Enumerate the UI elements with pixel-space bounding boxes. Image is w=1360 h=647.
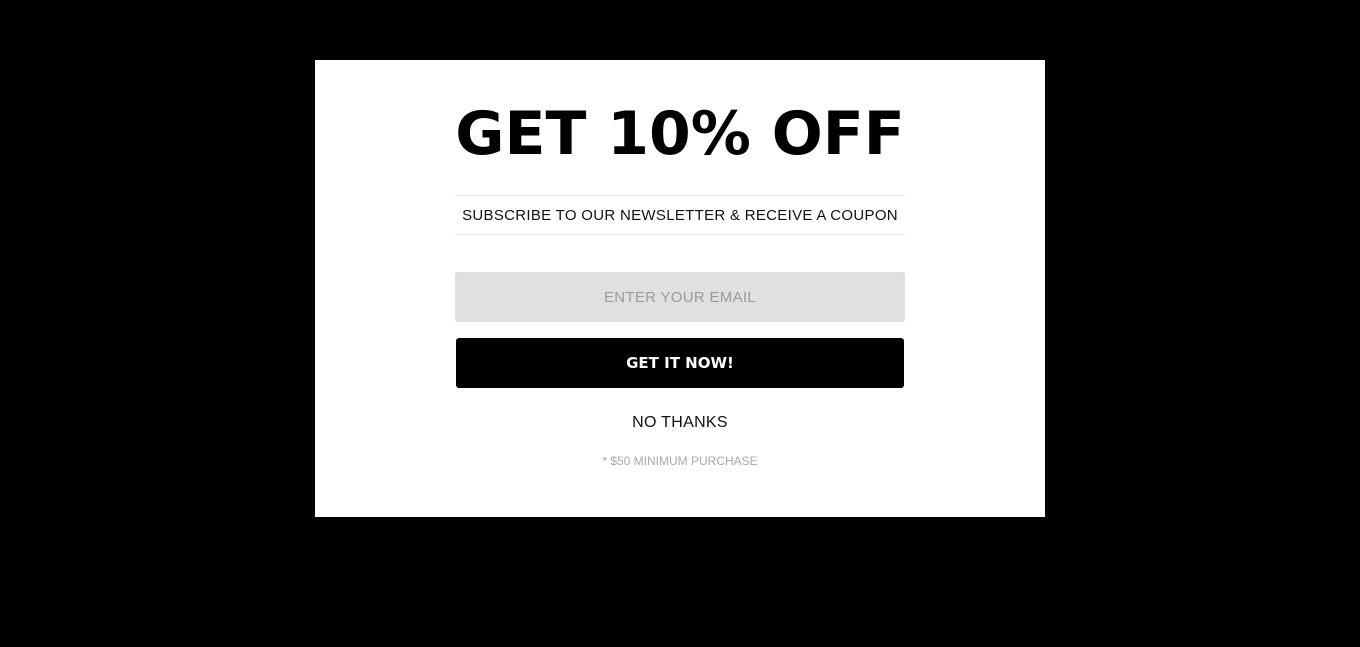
popup-subtitle: SUBSCRIBE TO OUR NEWSLETTER & RECEIVE A … xyxy=(462,206,898,224)
no-thanks-row: NO THANKS xyxy=(315,414,1045,432)
newsletter-popup: GET 10% OFF SUBSCRIBE TO OUR NEWSLETTER … xyxy=(315,60,1045,517)
popup-headline: GET 10% OFF xyxy=(455,99,905,169)
no-thanks-link[interactable]: NO THANKS xyxy=(632,414,728,431)
popup-subtitle-band: SUBSCRIBE TO OUR NEWSLETTER & RECEIVE A … xyxy=(455,195,905,235)
get-it-now-button[interactable]: GET IT NOW! xyxy=(456,338,904,388)
minimum-purchase-note: * $50 MINIMUM PURCHASE xyxy=(602,454,758,468)
email-input[interactable] xyxy=(455,272,905,322)
modal-overlay[interactable]: GET 10% OFF SUBSCRIBE TO OUR NEWSLETTER … xyxy=(0,0,1360,647)
